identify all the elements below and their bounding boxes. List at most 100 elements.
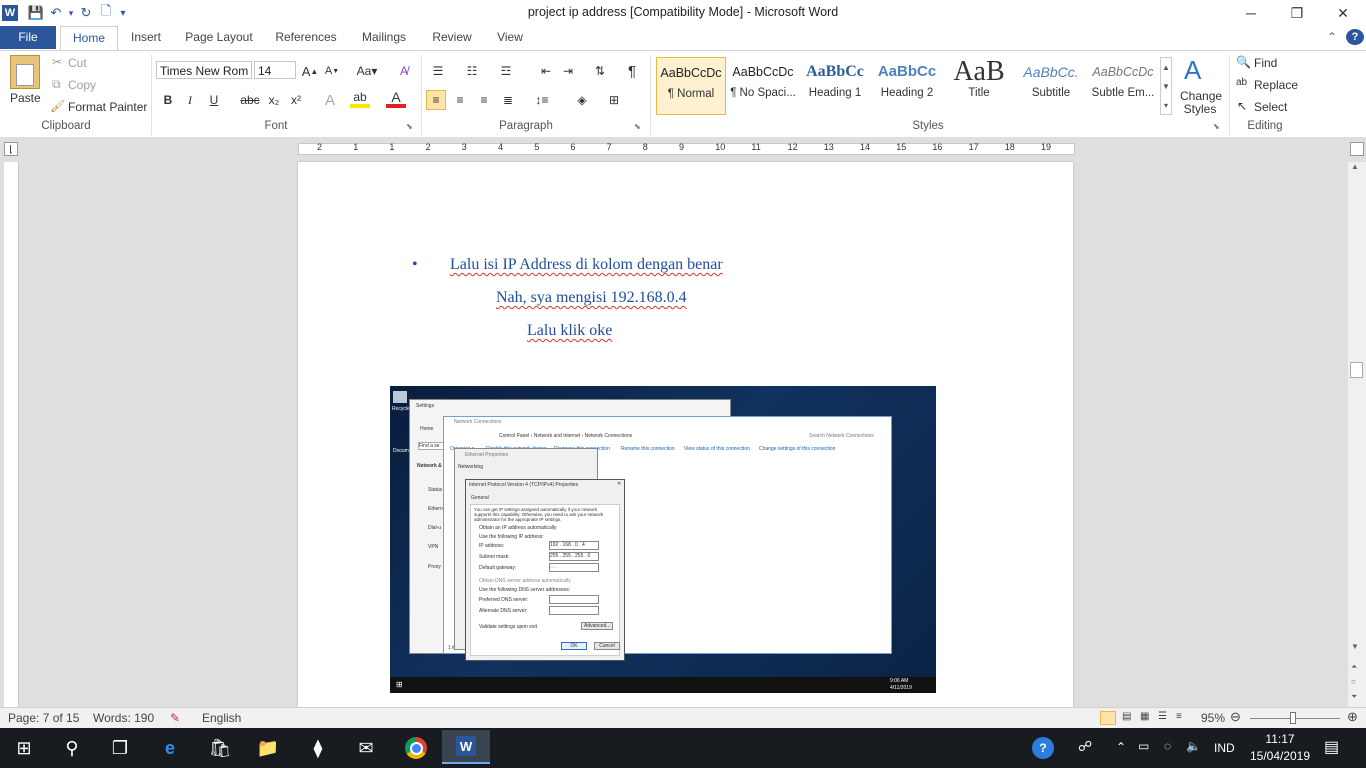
copy-button[interactable]: Copy — [68, 78, 96, 92]
input-language[interactable]: IND — [1214, 741, 1235, 755]
dropbox-icon[interactable]: ⧫ — [298, 734, 338, 762]
multilevel-list-icon[interactable]: ☲ — [496, 61, 516, 81]
help-icon[interactable]: ? — [1346, 29, 1364, 45]
close-button[interactable]: ✕ — [1320, 0, 1366, 26]
collapse-ribbon-icon[interactable]: ⌃ — [1322, 26, 1342, 49]
clear-formatting-icon[interactable]: A̸ — [394, 61, 414, 81]
tab-file[interactable]: File — [0, 26, 56, 49]
paragraph-dialog-launcher-icon[interactable]: ⬊ — [634, 122, 641, 131]
vertical-ruler[interactable] — [4, 162, 19, 707]
document-line-1[interactable]: Lalu isi IP Address di kolom dengan bena… — [450, 256, 723, 274]
minimize-button[interactable]: ─ — [1228, 0, 1274, 26]
print-layout-view-icon[interactable] — [1100, 711, 1116, 725]
task-view-icon[interactable]: ❐ — [100, 734, 140, 762]
superscript-button[interactable]: x² — [286, 90, 306, 110]
chrome-icon[interactable] — [396, 734, 436, 762]
tab-page-layout[interactable]: Page Layout — [181, 26, 257, 49]
zoom-slider-thumb[interactable] — [1290, 712, 1296, 724]
outline-view-icon[interactable]: ☰ — [1158, 711, 1167, 722]
show-formatting-icon[interactable]: ¶ — [622, 61, 642, 81]
font-size-combo[interactable]: 14 — [254, 61, 296, 79]
browse-object-icon[interactable]: ○ — [1351, 677, 1356, 686]
styles-gallery-scroll[interactable]: ▲ ▼ ▾ — [1160, 57, 1172, 115]
file-explorer-icon[interactable]: 📁 — [248, 734, 288, 762]
style-subtitle[interactable]: AaBbCc. Subtitle — [1016, 57, 1086, 111]
format-painter-button[interactable]: Format Painter — [68, 100, 147, 114]
network-icon[interactable]: ◌ — [1164, 739, 1171, 753]
decrease-indent-icon[interactable]: ⇤ — [536, 61, 556, 81]
scroll-up-icon[interactable]: ▲ — [1351, 162, 1359, 171]
change-case-icon[interactable]: Aa▾ — [354, 61, 380, 81]
search-icon[interactable]: ⚲ — [52, 734, 92, 762]
zoom-level[interactable]: 95% — [1201, 711, 1225, 725]
clock-time[interactable]: 11:17 — [1250, 732, 1310, 746]
restore-button[interactable]: ❐ — [1274, 0, 1320, 26]
bold-button[interactable]: B — [158, 90, 178, 110]
tab-review[interactable]: Review — [427, 26, 477, 49]
people-icon[interactable]: ☍ — [1078, 738, 1092, 755]
align-left-icon[interactable]: ≡ — [426, 90, 446, 110]
tab-view[interactable]: View — [491, 26, 529, 49]
sort-icon[interactable]: ⇅ — [590, 61, 610, 81]
replace-button[interactable]: Replace — [1254, 78, 1298, 92]
align-right-icon[interactable]: ≡ — [474, 90, 494, 110]
style-subtle-emphasis[interactable]: AaBbCcDc Subtle Em... — [1088, 57, 1158, 111]
replace-icon[interactable]: ab — [1236, 77, 1247, 88]
styles-dialog-launcher-icon[interactable]: ⬊ — [1213, 122, 1220, 131]
embedded-screenshot[interactable]: Recycle Docum Settings Home Find a se Ne… — [390, 386, 936, 693]
bullets-icon[interactable]: ☰ — [428, 61, 448, 81]
text-effects-icon[interactable]: A — [320, 90, 340, 110]
word-taskbar-icon[interactable]: W — [442, 730, 490, 764]
document-line-3[interactable]: Lalu klik oke — [527, 322, 612, 340]
clock-date[interactable]: 15/04/2019 — [1245, 749, 1315, 763]
style-heading-1[interactable]: AaBbCc Heading 1 — [800, 57, 870, 111]
zoom-in-icon[interactable]: ⊕ — [1347, 709, 1358, 725]
subscript-button[interactable]: x₂ — [264, 90, 284, 110]
shading-icon[interactable]: ◈ — [572, 90, 592, 110]
underline-button[interactable]: U — [204, 90, 224, 110]
store-icon[interactable]: 🛍 — [200, 734, 240, 762]
change-styles-button[interactable]: Change Styles — [1180, 90, 1222, 116]
mail-icon[interactable]: ✉ — [346, 734, 386, 762]
tab-home[interactable]: Home — [60, 26, 118, 51]
borders-icon[interactable]: ⊞ — [604, 90, 624, 110]
language-indicator[interactable]: English — [202, 711, 241, 725]
vertical-scrollbar[interactable]: ▲ ▼ ⏶ ○ ⏷ — [1348, 162, 1366, 707]
word-count[interactable]: Words: 190 — [93, 711, 154, 725]
copy-icon[interactable]: ⧉ — [52, 77, 61, 92]
align-center-icon[interactable]: ≡ — [450, 90, 470, 110]
grow-font-icon[interactable]: A ▲ — [300, 61, 320, 81]
show-hidden-icons-icon[interactable]: ⌃ — [1116, 740, 1126, 754]
format-painter-icon[interactable]: 🖌 — [50, 99, 65, 113]
previous-page-icon[interactable]: ⏶ — [1351, 662, 1357, 672]
windows-start-icon[interactable]: ⊞ — [4, 734, 44, 762]
increase-indent-icon[interactable]: ⇥ — [558, 61, 578, 81]
web-layout-view-icon[interactable]: ▦ — [1140, 711, 1149, 722]
change-styles-icon[interactable]: A — [1184, 55, 1201, 86]
action-center-icon[interactable]: ▤ — [1324, 737, 1339, 757]
italic-button[interactable]: I — [180, 90, 200, 110]
paste-button[interactable]: Paste — [10, 91, 41, 105]
style-title[interactable]: AaB Title — [944, 57, 1014, 111]
volume-icon[interactable]: 🔈 — [1186, 739, 1201, 753]
document-line-2[interactable]: Nah, sya mengisi 192.168.0.4 — [496, 289, 687, 307]
draft-view-icon[interactable]: ≡ — [1176, 711, 1182, 722]
view-ruler-icon[interactable] — [1350, 142, 1364, 156]
style-normal[interactable]: AaBbCcDc ¶ Normal — [656, 57, 726, 115]
full-screen-view-icon[interactable]: ▤ — [1122, 711, 1131, 722]
tab-mailings[interactable]: Mailings — [355, 26, 413, 49]
find-icon[interactable]: 🔍 — [1236, 55, 1251, 69]
font-name-combo[interactable]: Times New Rom — [156, 61, 252, 79]
cut-icon[interactable]: ✂ — [52, 55, 62, 69]
select-button[interactable]: Select — [1254, 100, 1287, 114]
next-page-icon[interactable]: ⏷ — [1351, 692, 1357, 702]
style-no-spacing[interactable]: AaBbCcDc ¶ No Spaci... — [728, 57, 798, 111]
battery-icon[interactable]: ▭ — [1138, 739, 1149, 753]
tab-references[interactable]: References — [271, 26, 341, 49]
line-spacing-icon[interactable]: ↕≡ — [532, 90, 552, 110]
help-tray-icon[interactable]: ? — [1032, 737, 1054, 759]
page-count[interactable]: Page: 7 of 15 — [8, 711, 79, 725]
find-button[interactable]: Find — [1254, 56, 1277, 70]
shrink-font-icon[interactable]: A ▼ — [322, 61, 342, 81]
numbering-icon[interactable]: ☷ — [462, 61, 482, 81]
